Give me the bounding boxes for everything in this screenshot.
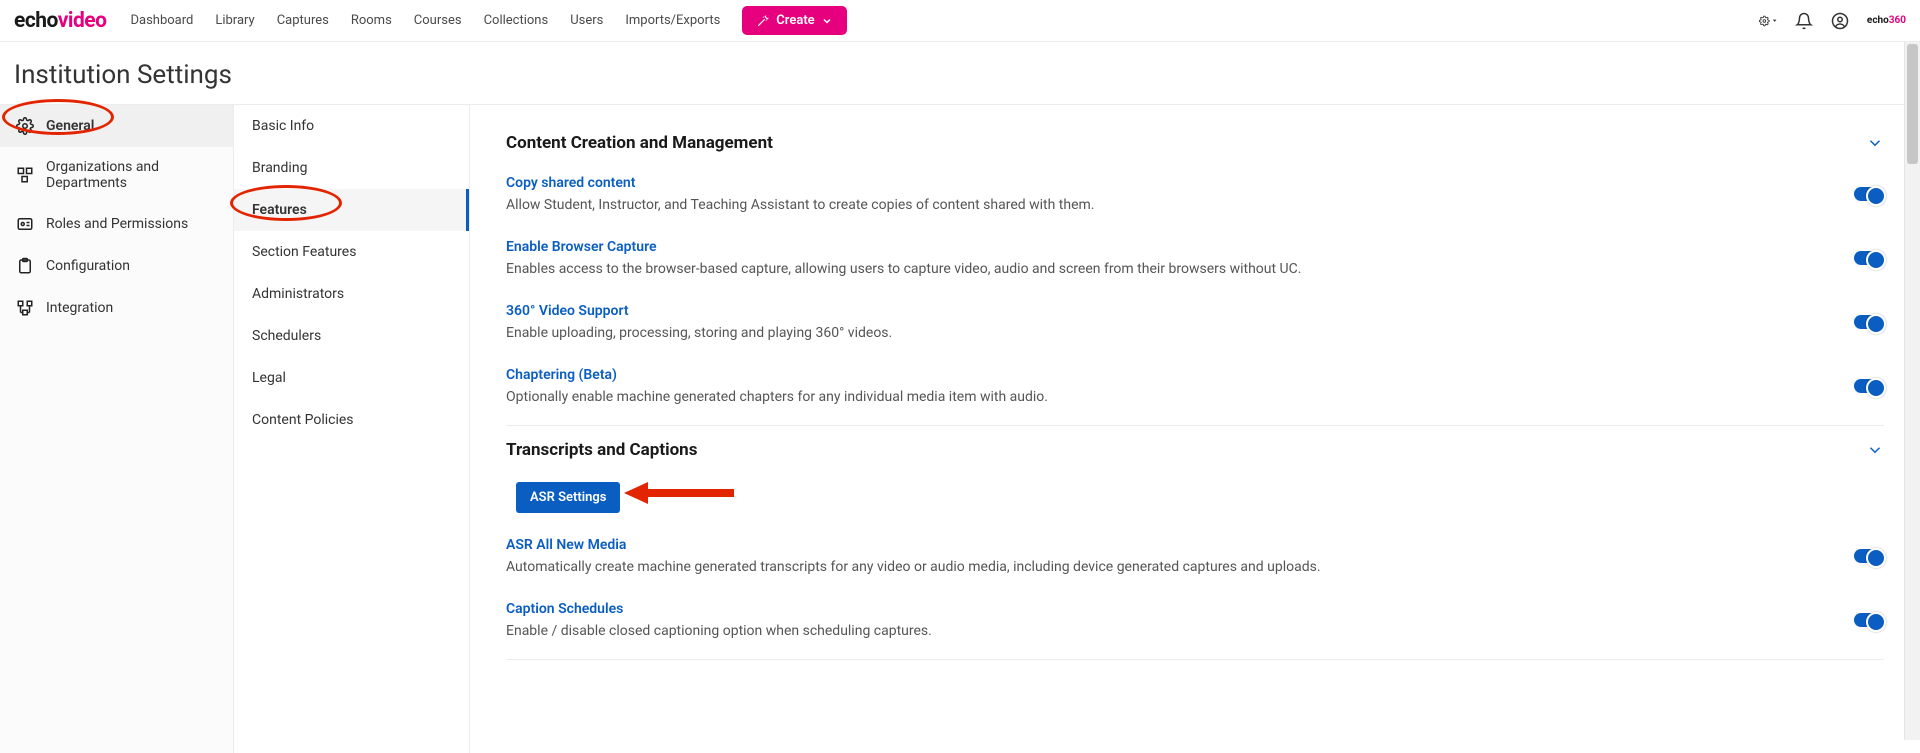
leftnav-general[interactable]: General [0, 105, 233, 147]
leftnav-label: Organizations and Departments [46, 159, 217, 191]
feature-desc: Enables access to the browser-based capt… [506, 261, 1814, 277]
section-title: Transcripts and Captions [506, 440, 697, 460]
scrollbar-track[interactable] [1904, 42, 1920, 740]
page-title: Institution Settings [0, 42, 1920, 104]
leftnav-label: Integration [46, 300, 113, 316]
feature-copy-shared: Copy shared content Allow Student, Instr… [506, 165, 1884, 229]
feature-chaptering: Chaptering (Beta) Optionally enable mach… [506, 357, 1884, 421]
chevron-down-icon [821, 15, 833, 27]
toggle-chaptering[interactable] [1854, 379, 1884, 393]
section-transcripts: Transcripts and Captions [506, 440, 1884, 460]
feature-desc: Automatically create machine generated t… [506, 559, 1814, 575]
feature-desc: Enable uploading, processing, storing an… [506, 325, 1814, 341]
nav-rooms[interactable]: Rooms [351, 13, 392, 28]
create-button[interactable]: Create [742, 6, 846, 35]
subnav-legal[interactable]: Legal [234, 357, 469, 399]
settings-dropdown-icon[interactable] [1759, 12, 1777, 30]
feature-desc: Enable / disable closed captioning optio… [506, 623, 1814, 639]
chevron-down-icon[interactable] [1866, 441, 1884, 459]
brand-logo[interactable]: echovideo [14, 9, 106, 33]
nav-library[interactable]: Library [215, 13, 254, 28]
top-right-icons: echo360 [1759, 12, 1906, 30]
caret-down-icon [1772, 16, 1777, 25]
subnav-schedulers[interactable]: Schedulers [234, 315, 469, 357]
toggle-browser-capture[interactable] [1854, 251, 1884, 265]
feature-caption-schedules: Caption Schedules Enable / disable close… [506, 591, 1884, 655]
create-label: Create [776, 13, 814, 28]
bell-icon[interactable] [1795, 12, 1813, 30]
toggle-asr-new-media[interactable] [1854, 549, 1884, 563]
content-wrap: General Organizations and Departments Ro… [0, 105, 1920, 753]
nav-dashboard[interactable]: Dashboard [130, 13, 193, 28]
subnav-administrators[interactable]: Administrators [234, 273, 469, 315]
nav-users[interactable]: Users [570, 13, 603, 28]
nav-captures[interactable]: Captures [277, 13, 329, 28]
feature-title: ASR All New Media [506, 537, 1814, 553]
scrollbar-thumb[interactable] [1907, 44, 1918, 164]
leftnav-label: Configuration [46, 258, 130, 274]
id-icon [16, 215, 34, 233]
gear-icon [16, 117, 34, 135]
left-nav: General Organizations and Departments Ro… [0, 105, 234, 753]
asr-settings-button[interactable]: ASR Settings [516, 482, 620, 513]
sub-nav: Basic Info Branding Features Section Fea… [234, 105, 470, 753]
feature-title: Copy shared content [506, 175, 1814, 191]
subnav-branding[interactable]: Branding [234, 147, 469, 189]
section-separator [506, 425, 1884, 426]
nav-collections[interactable]: Collections [484, 13, 549, 28]
toggle-caption-schedules[interactable] [1854, 613, 1884, 627]
feature-title: Caption Schedules [506, 601, 1814, 617]
nav-imports-exports[interactable]: Imports/Exports [625, 13, 720, 28]
feature-desc: Optionally enable machine generated chap… [506, 389, 1814, 405]
brand-part2: video [58, 9, 107, 33]
feature-asr-new-media: ASR All New Media Automatically create m… [506, 527, 1884, 591]
top-bar: echovideo Dashboard Library Captures Roo… [0, 0, 1920, 42]
section-content-creation: Content Creation and Management [506, 133, 1884, 153]
mini-brand[interactable]: echo360 [1867, 15, 1906, 26]
leftnav-orgs[interactable]: Organizations and Departments [0, 147, 233, 203]
feature-title: 360° Video Support [506, 303, 1814, 319]
feature-browser-capture: Enable Browser Capture Enables access to… [506, 229, 1884, 293]
chevron-down-icon[interactable] [1866, 134, 1884, 152]
feature-title: Enable Browser Capture [506, 239, 1814, 255]
top-nav: Dashboard Library Captures Rooms Courses… [130, 13, 720, 28]
subnav-section-features[interactable]: Section Features [234, 231, 469, 273]
subnav-label: Features [252, 202, 307, 218]
subnav-features[interactable]: Features [234, 189, 469, 231]
toggle-360-video[interactable] [1854, 315, 1884, 329]
subnav-basic-info[interactable]: Basic Info [234, 105, 469, 147]
feature-title: Chaptering (Beta) [506, 367, 1814, 383]
nav-courses[interactable]: Courses [414, 13, 462, 28]
subnav-content-policies[interactable]: Content Policies [234, 399, 469, 441]
section-separator [506, 659, 1884, 660]
main-panel: Content Creation and Management Copy sha… [470, 105, 1920, 753]
section-title: Content Creation and Management [506, 133, 773, 153]
leftnav-integration[interactable]: Integration [0, 287, 233, 329]
integration-icon [16, 299, 34, 317]
user-account-icon[interactable] [1831, 12, 1849, 30]
leftnav-roles[interactable]: Roles and Permissions [0, 203, 233, 245]
feature-desc: Allow Student, Instructor, and Teaching … [506, 197, 1814, 213]
leftnav-config[interactable]: Configuration [0, 245, 233, 287]
org-icon [16, 166, 34, 184]
wand-icon [756, 14, 770, 28]
feature-360-video: 360° Video Support Enable uploading, pro… [506, 293, 1884, 357]
leftnav-label: General [46, 118, 94, 134]
toggle-copy-shared[interactable] [1854, 187, 1884, 201]
clipboard-icon [16, 257, 34, 275]
brand-part1: echo [14, 9, 58, 33]
leftnav-label: Roles and Permissions [46, 216, 188, 232]
annotation-arrow [624, 478, 734, 508]
